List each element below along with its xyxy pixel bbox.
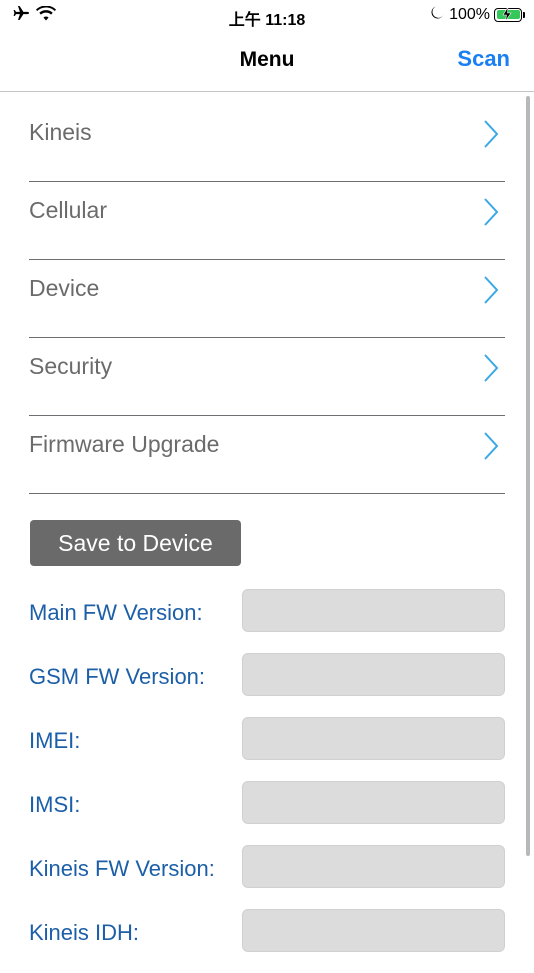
info-row-imsi: IMSI: — [29, 781, 506, 845]
chevron-right-icon — [483, 431, 499, 466]
navigation-bar: Menu Scan — [0, 32, 534, 92]
chevron-right-icon — [483, 353, 499, 388]
menu-item-kineis[interactable]: Kineis — [29, 104, 505, 182]
menu-item-security[interactable]: Security — [29, 338, 505, 416]
info-label: GSM FW Version: — [29, 664, 206, 689]
info-label: IMSI: — [29, 792, 81, 817]
info-label: Kineis IDH: — [29, 920, 140, 945]
page-title: Menu — [239, 48, 295, 71]
scan-button[interactable]: Scan — [457, 46, 510, 72]
info-row-imei: IMEI: — [29, 717, 506, 781]
main-fw-version-field — [242, 589, 505, 632]
imsi-field — [242, 781, 505, 824]
device-info-section: Main FW Version: GSM FW Version: IMEI: I… — [29, 589, 506, 973]
chevron-right-icon — [483, 197, 499, 232]
menu-item-label: Cellular — [29, 197, 107, 223]
battery-percent: 100% — [449, 5, 490, 23]
scrollbar[interactable] — [526, 96, 530, 856]
info-row-main-fw: Main FW Version: — [29, 589, 506, 653]
chevron-right-icon — [483, 119, 499, 154]
menu-item-label: Device — [29, 275, 100, 301]
menu-item-label: Security — [29, 353, 113, 379]
info-label: Main FW Version: — [29, 600, 203, 625]
status-bar: 上午 11:18 100% — [0, 0, 534, 32]
battery-charging-icon — [494, 6, 525, 22]
menu-item-firmware-upgrade[interactable]: Firmware Upgrade — [29, 416, 505, 494]
info-label: Kineis FW Version: — [29, 856, 215, 881]
menu-item-label: Kineis — [29, 119, 92, 145]
gsm-fw-version-field — [242, 653, 505, 696]
chevron-right-icon — [483, 275, 499, 310]
menu-item-device[interactable]: Device — [29, 260, 505, 338]
imei-field — [242, 717, 505, 760]
save-to-device-button[interactable]: Save to Device — [30, 520, 241, 566]
info-label: IMEI: — [29, 728, 81, 753]
kineis-fw-version-field — [242, 845, 505, 888]
info-row-gsm-fw: GSM FW Version: — [29, 653, 506, 717]
status-right: 100% — [431, 5, 525, 24]
menu-item-cellular[interactable]: Cellular — [29, 182, 505, 260]
menu-list: Kineis Cellular Device Security Firmware… — [29, 104, 505, 494]
moon-icon — [431, 5, 445, 24]
info-row-kineis-fw: Kineis FW Version: — [29, 845, 506, 909]
menu-item-label: Firmware Upgrade — [29, 431, 220, 457]
kineis-idh-field — [242, 909, 505, 952]
info-row-kineis-idh: Kineis IDH: — [29, 909, 506, 973]
